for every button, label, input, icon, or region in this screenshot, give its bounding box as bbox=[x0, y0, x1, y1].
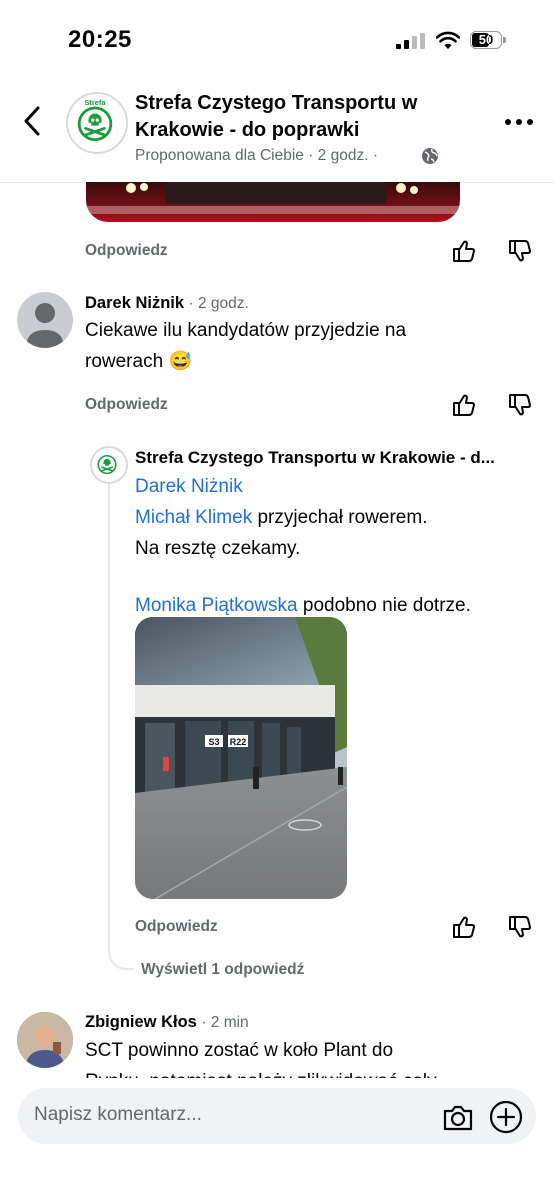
add-icon[interactable] bbox=[489, 1100, 523, 1134]
thumbs-up-icon[interactable] bbox=[451, 914, 477, 940]
comment-line-text: rowerach bbox=[85, 351, 164, 372]
reply-text: Darek Niżnik Michał Klimek przyjechał ro… bbox=[135, 471, 535, 621]
battery-icon: 50 bbox=[470, 31, 508, 51]
camera-icon[interactable] bbox=[442, 1102, 474, 1132]
comment-line: rowerach 😅 bbox=[85, 346, 485, 377]
status-time: 20:25 bbox=[68, 26, 132, 53]
globe-icon bbox=[422, 148, 438, 164]
mention-link[interactable]: Monika Piątkowska bbox=[135, 595, 298, 616]
grinning-sweat-emoji: 😅 bbox=[168, 351, 193, 372]
comment-line: Ciekawe ilu kandydatów przyjedzie na bbox=[85, 320, 407, 341]
comment-time: · 2 godz. bbox=[188, 295, 249, 312]
comment-author[interactable]: Zbigniew Kłos bbox=[85, 1013, 197, 1031]
thread-connector bbox=[108, 938, 134, 970]
view-replies-link[interactable]: Wyświetl 1 odpowiedź bbox=[141, 961, 304, 979]
comment-text: SCT powinno zostać w koło Plant do Rynku… bbox=[85, 1035, 505, 1079]
wifi-icon bbox=[436, 31, 460, 49]
group-logo[interactable]: Strefa bbox=[66, 92, 128, 154]
user-photo bbox=[17, 1012, 73, 1068]
avatar[interactable] bbox=[17, 292, 73, 348]
group-title[interactable]: Strefa Czystego Transportu w Krakowie - … bbox=[135, 90, 465, 144]
skull-crossbones-icon bbox=[97, 454, 117, 475]
thumbs-up-icon[interactable] bbox=[451, 392, 477, 418]
default-user-icon bbox=[26, 303, 64, 348]
thumbs-down-icon[interactable] bbox=[507, 914, 533, 940]
mention-link[interactable]: Michał Klimek bbox=[135, 507, 252, 528]
comment-author[interactable]: Darek Niżnik bbox=[85, 294, 184, 312]
comment-time: · 2 min bbox=[201, 1014, 249, 1031]
comment-image-partial[interactable] bbox=[86, 182, 460, 222]
more-options-icon[interactable] bbox=[503, 112, 535, 132]
thumbs-down-icon[interactable] bbox=[507, 238, 533, 264]
reply-photo[interactable]: S3 R22 bbox=[135, 617, 347, 899]
reply-button[interactable]: Odpowiedz bbox=[85, 242, 168, 260]
skull-crossbones-icon: Strefa bbox=[77, 98, 113, 142]
reply-text-part: podobno nie dotrze. bbox=[297, 595, 471, 616]
comment-header: Zbigniew Kłos · 2 min bbox=[85, 1013, 249, 1032]
comment-text: Ciekawe ilu kandydatów przyjedzie na row… bbox=[85, 315, 485, 377]
reply-author[interactable]: Strefa Czystego Transportu w Krakowie - … bbox=[135, 448, 495, 468]
post-subtitle: Proponowana dla Ciebie · 2 godz. · bbox=[135, 147, 378, 164]
logo-text: Strefa bbox=[84, 98, 106, 107]
reply-button[interactable]: Odpowiedz bbox=[135, 918, 218, 936]
avatar[interactable] bbox=[17, 1012, 73, 1068]
comment-line: SCT powinno zostać w koło Plant do bbox=[85, 1040, 394, 1061]
comment-header: Darek Niżnik · 2 godz. bbox=[85, 294, 249, 313]
battery-level: 50 bbox=[478, 32, 494, 47]
reply-text-part: Na resztę czekamy. bbox=[135, 538, 301, 559]
cellular-signal-icon bbox=[396, 33, 425, 49]
reply-text-part: przyjechał rowerem. bbox=[252, 507, 428, 528]
photo-sign: S3 bbox=[208, 737, 219, 747]
thumbs-up-icon[interactable] bbox=[451, 238, 477, 264]
thread-line bbox=[108, 482, 110, 952]
reply-button[interactable]: Odpowiedz bbox=[85, 396, 168, 414]
group-logo-small[interactable] bbox=[90, 446, 128, 484]
photo-sign: R22 bbox=[230, 737, 247, 747]
back-arrow-icon[interactable] bbox=[18, 104, 48, 138]
comment-input-placeholder[interactable]: Napisz komentarz... bbox=[34, 1104, 202, 1126]
mention-link[interactable]: Darek Niżnik bbox=[135, 476, 243, 497]
thumbs-down-icon[interactable] bbox=[507, 392, 533, 418]
